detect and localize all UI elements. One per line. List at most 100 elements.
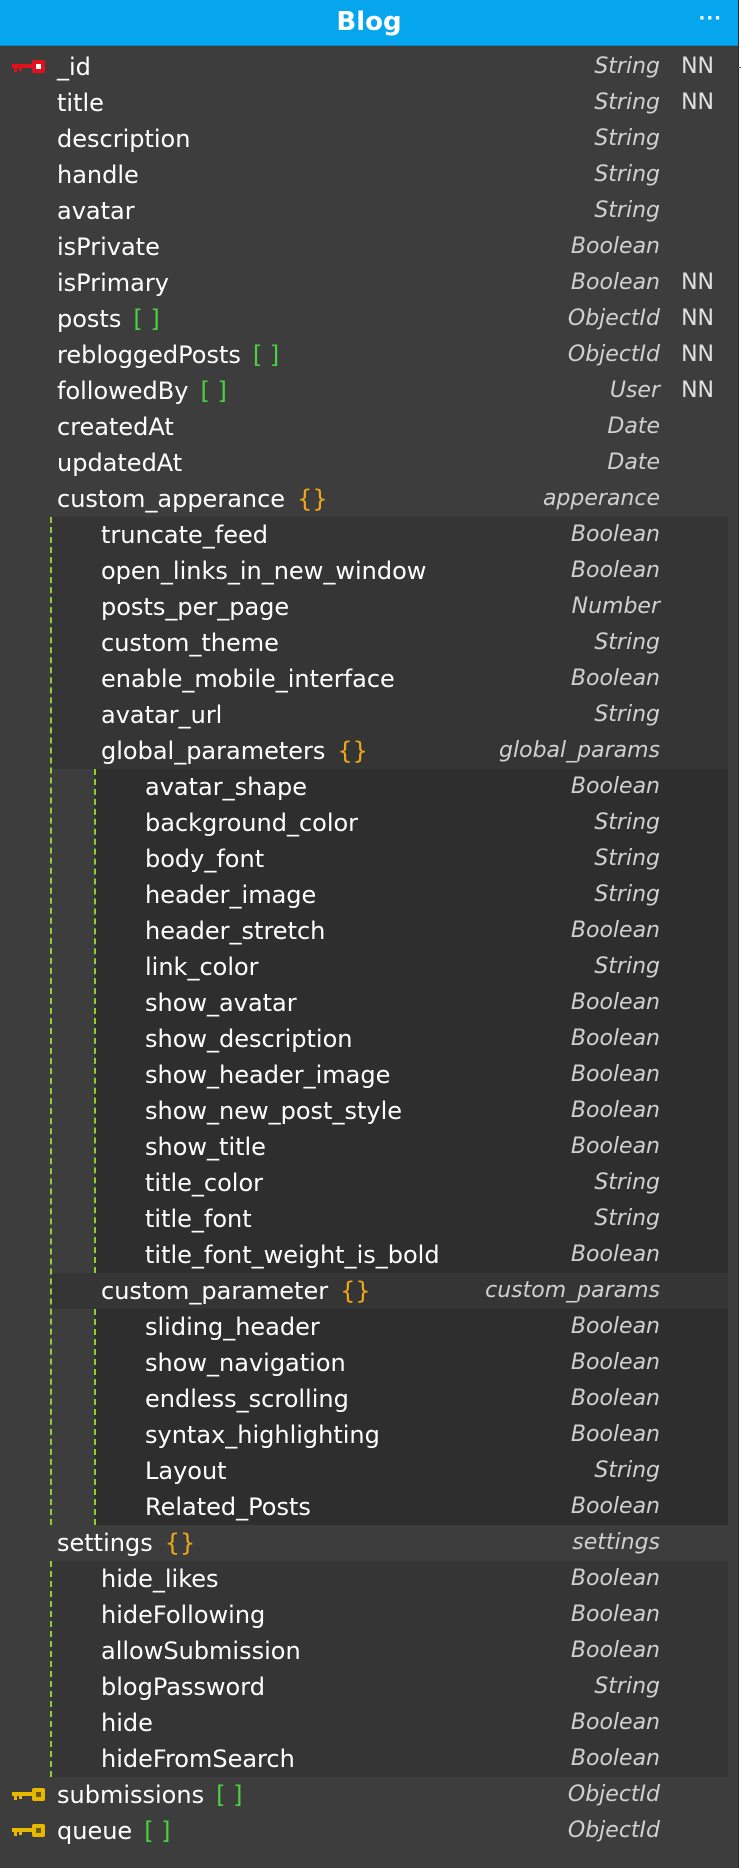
field-row-sliding-header[interactable]: sliding_header Boolean — [0, 1309, 738, 1345]
field-name: hide — [101, 1709, 153, 1737]
field-type: String — [594, 882, 660, 907]
field-type: Boolean — [570, 1422, 660, 1447]
field-name: header_image — [145, 881, 317, 909]
field-row-enable-mobile-interface[interactable]: enable_mobile_interface Boolean — [0, 661, 738, 697]
field-name-container: isPrimary — [57, 265, 169, 301]
field-row-blogpassword[interactable]: blogPassword String — [0, 1669, 738, 1705]
field-name-container: title_font_weight_is_bold — [145, 1237, 440, 1273]
field-row-updatedat[interactable]: updatedAt Date — [0, 445, 738, 481]
field-row-isprivate[interactable]: isPrivate Boolean — [0, 229, 738, 265]
field-row-hide-likes[interactable]: hide_likes Boolean — [0, 1561, 738, 1597]
field-row-handle[interactable]: handle String — [0, 157, 738, 193]
field-row-posts[interactable]: posts [ ] ObjectId NN — [0, 301, 738, 337]
field-name: avatar_shape — [145, 773, 308, 801]
entity-header[interactable]: Blog ··· — [0, 0, 738, 46]
field-row-related-posts[interactable]: Related_Posts Boolean — [0, 1489, 738, 1525]
field-row-layout[interactable]: Layout String — [0, 1453, 738, 1489]
field-row-show-avatar[interactable]: show_avatar Boolean — [0, 985, 738, 1021]
field-row-custom-apperance[interactable]: custom_apperance {} apperance — [0, 481, 738, 517]
field-name: avatar_url — [101, 701, 223, 729]
field-row-title-font-weight-is-bold[interactable]: title_font_weight_is_bold Boolean — [0, 1237, 738, 1273]
field-row-show-navigation[interactable]: show_navigation Boolean — [0, 1345, 738, 1381]
ellipsis-icon[interactable]: ··· — [698, 0, 722, 41]
field-row--id[interactable]: _id String NN — [0, 49, 738, 85]
field-row-global-parameters[interactable]: global_parameters {} global_params — [0, 733, 738, 769]
field-row-rebloggedposts[interactable]: rebloggedPosts [ ] ObjectId NN — [0, 337, 738, 373]
field-name-container: truncate_feed — [101, 517, 268, 553]
field-row-avatar-url[interactable]: avatar_url String — [0, 697, 738, 733]
field-row-posts-per-page[interactable]: posts_per_page Number — [0, 589, 738, 625]
array-bracket: [ ] — [144, 1817, 171, 1845]
field-type: Boolean — [570, 1350, 660, 1375]
field-name: allowSubmission — [101, 1637, 301, 1665]
field-type: Boolean — [570, 666, 660, 691]
field-row-title-font[interactable]: title_font String — [0, 1201, 738, 1237]
field-row-title-color[interactable]: title_color String — [0, 1165, 738, 1201]
field-row-createdat[interactable]: createdAt Date — [0, 409, 738, 445]
field-row-allowsubmission[interactable]: allowSubmission Boolean — [0, 1633, 738, 1669]
field-row-avatar[interactable]: avatar String — [0, 193, 738, 229]
field-name: posts_per_page — [101, 593, 290, 621]
field-row-settings[interactable]: settings {} settings — [0, 1525, 738, 1561]
entity-box[interactable]: Blog ··· _id String NN title String NN descrip… — [0, 0, 739, 1868]
field-row-submissions[interactable]: submissions [ ] ObjectId — [0, 1777, 738, 1813]
field-name: custom_theme — [101, 629, 279, 657]
field-type: String — [594, 702, 660, 727]
field-type: custom_params — [485, 1278, 660, 1303]
field-row-queue[interactable]: queue [ ] ObjectId — [0, 1813, 738, 1849]
field-name: open_links_in_new_window — [101, 557, 427, 585]
field-row-hide[interactable]: hide Boolean — [0, 1705, 738, 1741]
field-name: hide_likes — [101, 1565, 219, 1593]
field-row-isprimary[interactable]: isPrimary Boolean NN — [0, 265, 738, 301]
field-row-show-description[interactable]: show_description Boolean — [0, 1021, 738, 1057]
field-row-header-image[interactable]: header_image String — [0, 877, 738, 913]
array-bracket: [ ] — [216, 1781, 243, 1809]
field-name-container: background_color — [145, 805, 358, 841]
field-name: Layout — [145, 1457, 227, 1485]
field-row-header-stretch[interactable]: header_stretch Boolean — [0, 913, 738, 949]
field-name: endless_scrolling — [145, 1385, 349, 1413]
field-row-show-header-image[interactable]: show_header_image Boolean — [0, 1057, 738, 1093]
field-row-show-title[interactable]: show_title Boolean — [0, 1129, 738, 1165]
field-type: Date — [607, 450, 660, 475]
field-row-endless-scrolling[interactable]: endless_scrolling Boolean — [0, 1381, 738, 1417]
field-row-title[interactable]: title String NN — [0, 85, 738, 121]
field-type: global_params — [499, 738, 660, 763]
field-row-open-links-in-new-window[interactable]: open_links_in_new_window Boolean — [0, 553, 738, 589]
field-type: Boolean — [570, 1062, 660, 1087]
field-name: custom_parameter — [101, 1277, 329, 1305]
field-row-show-new-post-style[interactable]: show_new_post_style Boolean — [0, 1093, 738, 1129]
field-row-custom-theme[interactable]: custom_theme String — [0, 625, 738, 661]
field-name-container: blogPassword — [101, 1669, 265, 1705]
array-bracket: [ ] — [200, 377, 227, 405]
field-row-hidefollowing[interactable]: hideFollowing Boolean — [0, 1597, 738, 1633]
nesting-guide-line — [94, 769, 96, 1273]
field-row-body-font[interactable]: body_font String — [0, 841, 738, 877]
field-type: Boolean — [570, 558, 660, 583]
field-row-avatar-shape[interactable]: avatar_shape Boolean — [0, 769, 738, 805]
field-row-truncate-feed[interactable]: truncate_feed Boolean — [0, 517, 738, 553]
field-type: ObjectId — [567, 1818, 660, 1843]
field-name-container: show_title — [145, 1129, 266, 1165]
field-name: blogPassword — [101, 1673, 265, 1701]
field-type: Boolean — [570, 774, 660, 799]
field-row-description[interactable]: description String — [0, 121, 738, 157]
field-type: String — [594, 162, 660, 187]
field-name: queue — [57, 1817, 133, 1845]
field-row-background-color[interactable]: background_color String — [0, 805, 738, 841]
not-null-flag: NN — [681, 342, 714, 367]
field-name-container: open_links_in_new_window — [101, 553, 426, 589]
field-row-hidefromsearch[interactable]: hideFromSearch Boolean — [0, 1741, 738, 1777]
field-type: String — [594, 1458, 660, 1483]
field-name-container: avatar_shape — [145, 769, 307, 805]
field-type: String — [594, 1206, 660, 1231]
field-row-link-color[interactable]: link_color String — [0, 949, 738, 985]
field-type: String — [594, 810, 660, 835]
foreign-key-icon — [12, 1788, 45, 1801]
object-brace: {} — [164, 1529, 196, 1557]
field-name: link_color — [145, 953, 259, 981]
field-row-syntax-highlighting[interactable]: syntax_highlighting Boolean — [0, 1417, 738, 1453]
field-row-custom-parameter[interactable]: custom_parameter {} custom_params — [0, 1273, 738, 1309]
field-name: show_new_post_style — [145, 1097, 403, 1125]
field-row-followedby[interactable]: followedBy [ ] User NN — [0, 373, 738, 409]
